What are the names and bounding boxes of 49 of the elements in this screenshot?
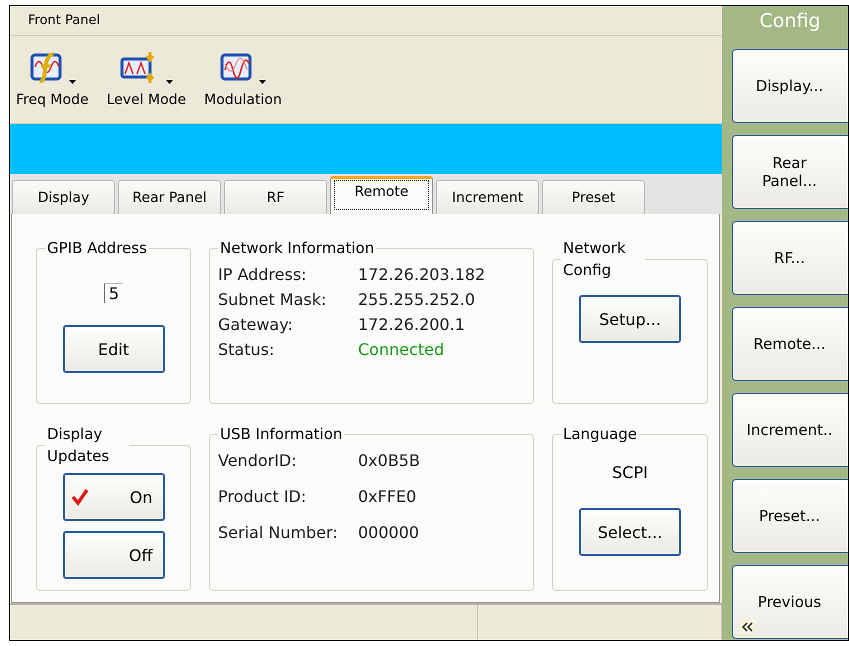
group-title: Display Updates [46, 424, 110, 467]
field-label: Status: [218, 340, 276, 359]
field-label: IP Address: [218, 265, 308, 284]
tab[interactable]: Preset [542, 180, 645, 214]
field-value: 0xFFE0 [358, 487, 418, 506]
softkey-button[interactable]: Remote... [732, 307, 848, 381]
softkey-button[interactable]: Preset... [732, 479, 848, 553]
tab[interactable]: Display [12, 180, 115, 214]
tab[interactable]: Increment [436, 180, 539, 214]
dropdown-caret-icon [166, 80, 173, 84]
group-title: Language [562, 424, 638, 445]
group-title: USB Information [219, 424, 344, 445]
softkey-button[interactable]: RF... [732, 221, 848, 295]
toolbar-button[interactable]: Level Mode [106, 44, 186, 108]
toolbar-button[interactable]: Freq Mode [16, 44, 89, 108]
softkey-button[interactable]: Display... [732, 49, 848, 123]
setup-button[interactable]: Setup... [579, 295, 681, 343]
field-value: 172.26.200.1 [358, 315, 466, 334]
group-title: GPIB Address [46, 238, 148, 259]
toolbar-button[interactable]: Modulation [204, 44, 282, 108]
language-value: SCPI [612, 463, 648, 482]
field-value: Connected [358, 340, 446, 359]
tab[interactable]: Remote [330, 176, 433, 214]
toggle-button[interactable]: Off [62, 531, 164, 579]
dropdown-caret-icon [259, 80, 266, 84]
field-label: Subnet Mask: [218, 290, 328, 309]
softkey-button[interactable]: Rear Panel... [732, 135, 848, 209]
field-value: 000000 [358, 523, 420, 542]
toggle-button[interactable]: On [62, 473, 164, 521]
field-label: VendorID: [218, 451, 298, 470]
field-value: 255.255.252.0 [358, 290, 476, 309]
field-label: Product ID: [218, 487, 308, 506]
tab[interactable]: RF [224, 180, 327, 214]
field-label: Gateway: [218, 315, 294, 334]
group-title: Network Information [219, 238, 376, 259]
select-button[interactable]: Select... [579, 508, 681, 556]
double-chevron-icon [739, 620, 755, 634]
field-value: 172.26.203.182 [358, 265, 486, 284]
softkey-button[interactable]: Increment.. [732, 393, 848, 467]
menu-title: Config [758, 9, 822, 34]
group-title: Network Config [562, 238, 627, 281]
edit-button[interactable]: Edit [62, 325, 164, 373]
field-label: Serial Number: [218, 523, 339, 542]
field-value: 0x0B5B [358, 451, 421, 470]
tab[interactable]: Rear Panel [118, 180, 221, 214]
address-value: 5 [104, 283, 124, 303]
softkey-button[interactable]: Previous [732, 565, 848, 639]
panel-title: Front Panel [10, 6, 722, 36]
dropdown-caret-icon [68, 80, 76, 84]
